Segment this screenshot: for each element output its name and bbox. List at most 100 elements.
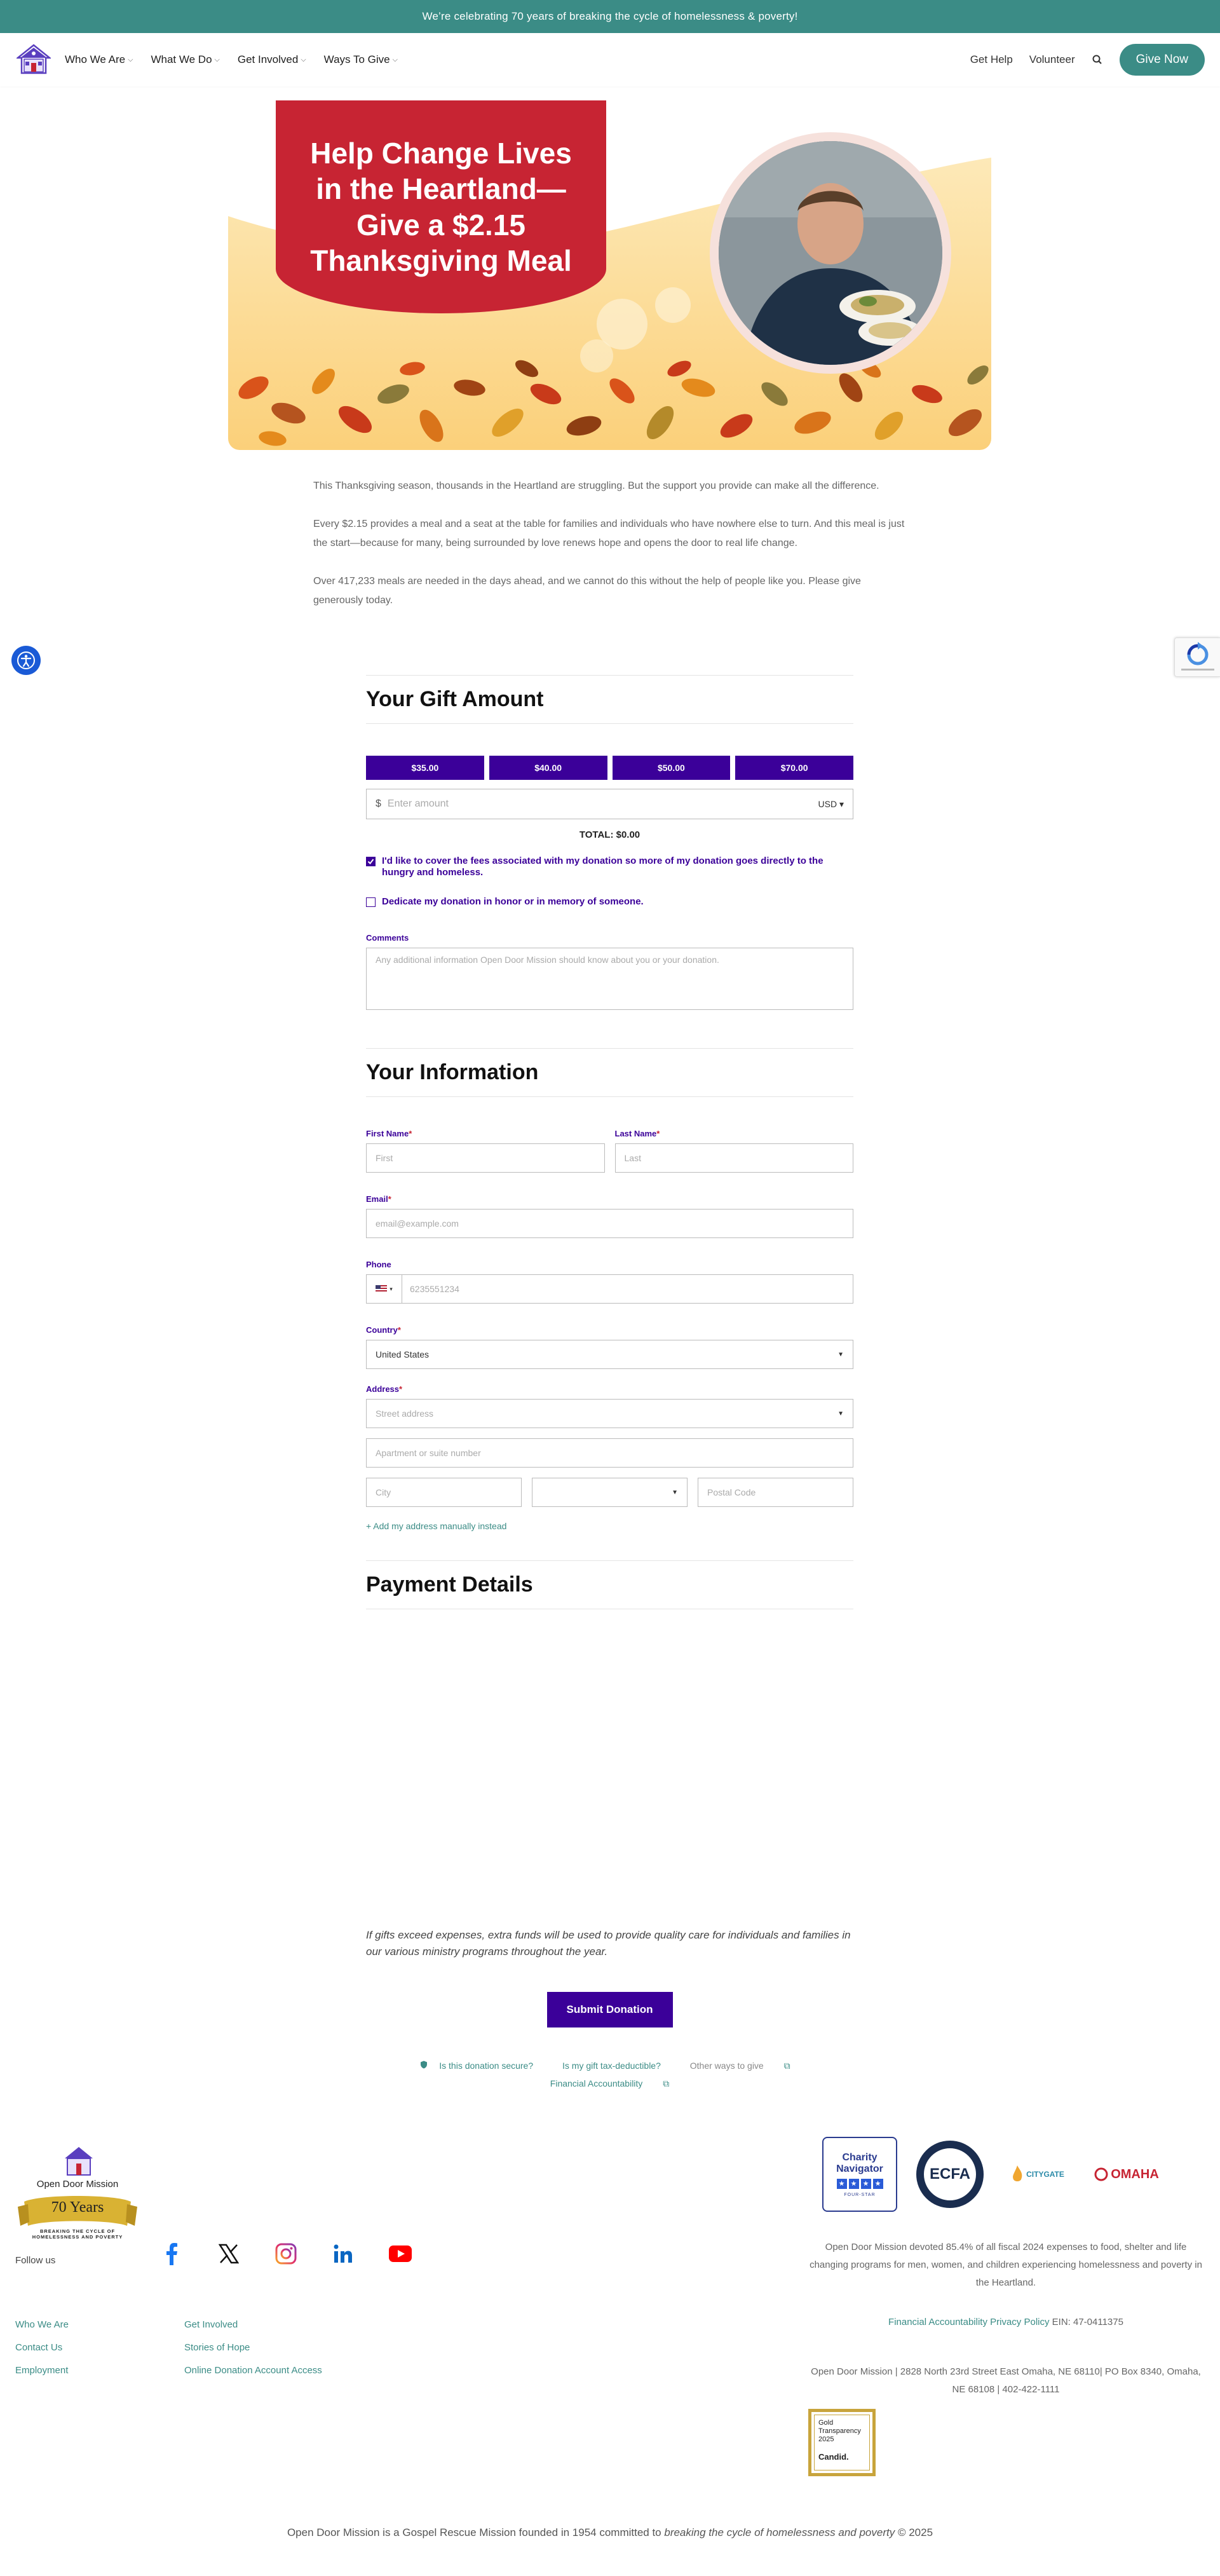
phone-input[interactable]: ▾ 6235551234 bbox=[366, 1274, 853, 1304]
dollar-sign: $ bbox=[376, 798, 381, 809]
last-name-label: Last Name* bbox=[614, 1129, 660, 1138]
hero-title: Help Change Lives in the Heartland—Give … bbox=[310, 137, 572, 277]
footer-who-we-are-link[interactable]: Who We Are bbox=[15, 2314, 69, 2336]
secure-donation-link[interactable]: Is this donation secure? bbox=[420, 2061, 542, 2071]
youtube-icon[interactable] bbox=[389, 2242, 412, 2265]
email-input[interactable]: email@example.com bbox=[366, 1209, 853, 1238]
citygate-text: CITYGATE bbox=[1026, 2170, 1064, 2179]
dedicate-checkbox[interactable] bbox=[366, 897, 376, 907]
charity-navigator-text: Charity bbox=[842, 2151, 878, 2163]
footer-donation-account-link[interactable]: Online Donation Account Access bbox=[184, 2359, 322, 2382]
facebook-icon[interactable] bbox=[160, 2242, 183, 2265]
ein-text: EIN: 47-0411375 bbox=[1052, 2317, 1123, 2327]
nav-who-we-are[interactable]: Who We Are ⌵ bbox=[65, 53, 133, 66]
tax-deductible-link[interactable]: Is my gift tax-deductible? bbox=[562, 2061, 661, 2071]
phone-group: Phone ▾ 6235551234 bbox=[366, 1260, 853, 1304]
candid-text: Transparency bbox=[818, 2427, 861, 2435]
city-input[interactable]: City bbox=[366, 1478, 522, 1507]
external-link-icon: ⧉ bbox=[783, 2061, 790, 2071]
address-group: Address* Street address ▼ Apartment or su… bbox=[366, 1384, 853, 1531]
nav-label: What We Do bbox=[151, 53, 212, 65]
chevron-down-icon: ⌵ bbox=[214, 55, 220, 64]
candid-text: 2025 bbox=[818, 2436, 834, 2443]
amount-option-70[interactable]: $70.00 bbox=[735, 756, 853, 780]
submit-donation-button[interactable]: Submit Donation bbox=[546, 1992, 673, 2027]
fiscal-stat-text: Open Door Mission devoted 85.4% of all f… bbox=[810, 2242, 1202, 2288]
gift-amount-section-header: Your Gift Amount bbox=[366, 675, 853, 724]
street-address-input[interactable]: Street address ▼ bbox=[366, 1399, 853, 1428]
donation-form: Your Gift Amount $35.00 $40.00 $50.00 $7… bbox=[366, 675, 853, 2092]
site-header: Who We Are ⌵ What We Do ⌵ Get Involved ⌵ Wa… bbox=[0, 33, 1220, 86]
chevron-down-icon: ⌵ bbox=[392, 55, 398, 64]
last-name-input[interactable]: Last bbox=[614, 1143, 853, 1173]
footer-logo[interactable]: Open Door Mission 70 Years BREAKING THE … bbox=[15, 2143, 140, 2245]
four-star-icon: ★ ★ ★ ★ bbox=[836, 2178, 883, 2189]
linkedin-icon[interactable] bbox=[332, 2242, 355, 2265]
external-link-icon: ⧉ bbox=[663, 2078, 670, 2089]
cover-fees-row: I'd like to cover the fees associated wi… bbox=[366, 855, 853, 878]
other-ways-link[interactable]: Other ways to give ⧉ bbox=[681, 2061, 799, 2071]
footer-financial-accountability-link[interactable]: Financial Accountability bbox=[888, 2317, 987, 2327]
street-placeholder: Street address bbox=[376, 1408, 434, 1419]
dedicate-row: Dedicate my donation in honor or in memo… bbox=[366, 896, 853, 908]
add-address-manually-link[interactable]: + Add my address manually instead bbox=[366, 1521, 853, 1531]
currency-select[interactable]: USD ▾ bbox=[818, 799, 844, 810]
candid-gold-seal[interactable]: Gold Transparency 2025 Candid. bbox=[808, 2409, 876, 2476]
state-select[interactable]: ▼ bbox=[532, 1478, 688, 1507]
nav-get-involved[interactable]: Get Involved ⌵ bbox=[238, 53, 306, 66]
financial-accountability-link[interactable]: Financial Accountability ⧉ bbox=[541, 2078, 678, 2089]
candid-text: Gold bbox=[818, 2419, 834, 2427]
payment-fields-area bbox=[366, 1609, 853, 1927]
hero-banner: Help Change Lives in the Heartland—Give … bbox=[228, 95, 991, 450]
email-label: Email* bbox=[366, 1194, 391, 1204]
footer-privacy-policy-link[interactable]: Privacy Policy bbox=[990, 2317, 1049, 2327]
copyright-text: Open Door Mission is a Gospel Rescue Mis… bbox=[287, 2526, 665, 2539]
ecfa-badge[interactable]: ECFA bbox=[916, 2141, 984, 2208]
instagram-icon[interactable] bbox=[274, 2242, 297, 2265]
custom-amount-input[interactable]: $ Enter amount USD ▾ bbox=[366, 789, 853, 819]
footer-stories-link[interactable]: Stories of Hope bbox=[184, 2336, 322, 2359]
accreditation-badges: Charity Navigator ★ ★ ★ ★ FOUR-STAR ECFA… bbox=[822, 2137, 1162, 2212]
charity-navigator-text: Navigator bbox=[836, 2163, 883, 2174]
country-select[interactable]: United States ▼ bbox=[366, 1340, 853, 1369]
house-logo-icon[interactable] bbox=[15, 41, 52, 78]
nav-label: Ways To Give bbox=[323, 53, 390, 65]
dropdown-arrow-icon: ▼ bbox=[837, 1351, 844, 1358]
country-group: Country* United States ▼ bbox=[366, 1325, 853, 1369]
footer-contact-us-link[interactable]: Contact Us bbox=[15, 2336, 69, 2359]
hero-headline-banner: Help Change Lives in the Heartland—Give … bbox=[276, 100, 606, 313]
cover-fees-checkbox[interactable] bbox=[366, 857, 376, 866]
accessibility-icon[interactable] bbox=[11, 646, 41, 675]
x-twitter-icon[interactable] bbox=[217, 2242, 240, 2265]
give-now-button[interactable]: Give Now bbox=[1119, 44, 1205, 76]
volunteer-link[interactable]: Volunteer bbox=[1029, 53, 1075, 66]
copyright-year: © 2025 bbox=[895, 2526, 933, 2539]
intro-paragraph: Every $2.15 provides a meal and a seat a… bbox=[313, 519, 905, 549]
postal-code-input[interactable]: Postal Code bbox=[698, 1478, 853, 1507]
footer-employment-link[interactable]: Employment bbox=[15, 2359, 69, 2382]
announcement-text: We’re celebrating 70 years of breaking t… bbox=[422, 10, 798, 22]
chevron-down-icon: ⌵ bbox=[128, 55, 133, 64]
omaha-circle-icon bbox=[1094, 2167, 1108, 2181]
citygate-badge[interactable]: CITYGATE bbox=[1003, 2155, 1073, 2193]
excess-funds-disclaimer: If gifts exceed expenses, extra funds wi… bbox=[366, 1929, 851, 1958]
footer-links-col2: Get Involved Stories of Hope Online Dona… bbox=[184, 2314, 322, 2382]
omaha-chamber-badge[interactable]: OMAHA bbox=[1092, 2155, 1162, 2193]
first-name-input[interactable]: First bbox=[366, 1143, 605, 1173]
mission-address: Open Door Mission | 2828 North 23rd Stre… bbox=[811, 2366, 1201, 2395]
country-flag-select[interactable]: ▾ bbox=[367, 1275, 402, 1303]
recaptcha-badge[interactable] bbox=[1174, 637, 1220, 677]
footer-get-involved-link[interactable]: Get Involved bbox=[184, 2314, 322, 2336]
apartment-input[interactable]: Apartment or suite number bbox=[366, 1438, 853, 1468]
gift-amount-heading: Your Gift Amount bbox=[366, 687, 544, 711]
search-icon[interactable] bbox=[1092, 54, 1103, 65]
amount-option-35[interactable]: $35.00 bbox=[366, 756, 484, 780]
amount-option-40[interactable]: $40.00 bbox=[489, 756, 607, 780]
get-help-link[interactable]: Get Help bbox=[970, 53, 1013, 66]
charity-navigator-badge[interactable]: Charity Navigator ★ ★ ★ ★ FOUR-STAR bbox=[822, 2137, 897, 2212]
comments-textarea[interactable]: Any additional information Open Door Mis… bbox=[366, 948, 853, 1010]
amount-option-50[interactable]: $50.00 bbox=[612, 756, 731, 780]
nav-ways-to-give[interactable]: Ways To Give ⌵ bbox=[324, 53, 398, 66]
intro-copy: This Thanksgiving season, thousands in t… bbox=[313, 477, 911, 629]
nav-what-we-do[interactable]: What We Do ⌵ bbox=[151, 53, 219, 66]
